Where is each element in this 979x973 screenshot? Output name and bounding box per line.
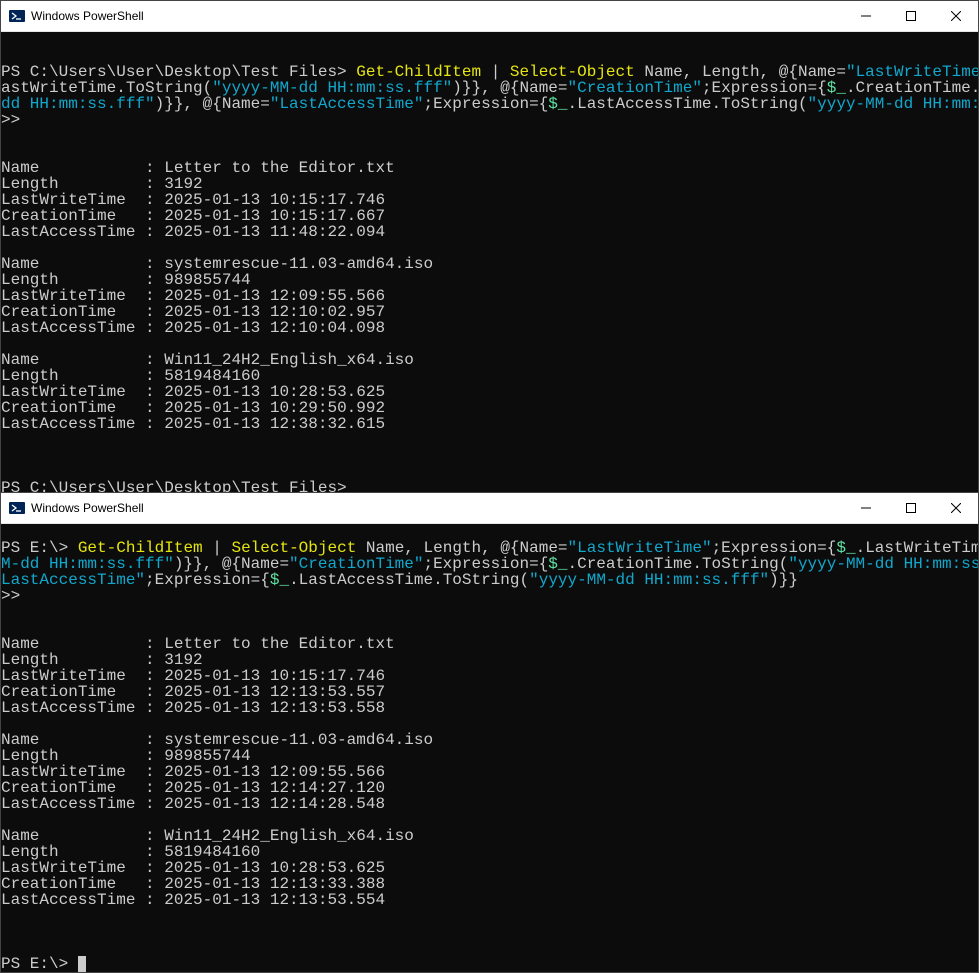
- cmd-txt: )}}, @{Name=: [155, 95, 270, 113]
- lbl-lat: LastAccessTime: [1, 415, 135, 433]
- val: 2025-01-13 12:38:32.615: [164, 415, 385, 433]
- title-left: Windows PowerShell: [1, 500, 144, 516]
- terminal-area[interactable]: PS E:\> Get-ChildItem | Select-Object Na…: [1, 524, 978, 972]
- lbl-lat: LastAccessTime: [1, 319, 135, 337]
- cmd-txt: )}}: [769, 571, 798, 589]
- titlebar[interactable]: Windows PowerShell: [1, 1, 978, 32]
- titlebar[interactable]: Windows PowerShell: [1, 493, 978, 524]
- cmd-var: $_: [270, 571, 289, 589]
- continuation: >>: [1, 111, 20, 129]
- minimize-button[interactable]: [843, 493, 888, 523]
- powershell-window-2: Windows PowerShell PS E:\> Get-ChildItem…: [0, 492, 979, 973]
- val: 2025-01-13 12:14:28.548: [164, 795, 385, 813]
- continuation: >>: [1, 587, 20, 605]
- cmd-txt: ;Expression={: [145, 571, 270, 589]
- cmd-str: "yyyy-MM-dd HH:mm:ss.fff": [529, 571, 769, 589]
- cmd-str: LastAccessTime": [1, 571, 145, 589]
- title-left: Windows PowerShell: [1, 8, 144, 24]
- val: 2025-01-13 12:13:53.558: [164, 699, 385, 717]
- val: 2025-01-13 12:13:53.554: [164, 891, 385, 909]
- close-button[interactable]: [933, 493, 978, 523]
- cursor: [78, 956, 86, 972]
- maximize-button[interactable]: [888, 493, 933, 523]
- val: 2025-01-13 11:48:22.094: [164, 223, 385, 241]
- cmd-str: "yyyy-MM-dd HH:mm:ss.fff": [808, 95, 978, 113]
- window-title: Windows PowerShell: [31, 9, 144, 23]
- minimize-button[interactable]: [843, 1, 888, 31]
- powershell-icon: [9, 500, 25, 516]
- lbl-lat: LastAccessTime: [1, 699, 135, 717]
- close-button[interactable]: [933, 1, 978, 31]
- powershell-icon: [9, 8, 25, 24]
- maximize-button[interactable]: [888, 1, 933, 31]
- cmd-str: dd HH:mm:ss.fff": [1, 95, 155, 113]
- cmd-str: "yyyy-MM-dd HH:mm:ss.fff": [788, 555, 978, 573]
- terminal-area[interactable]: PS C:\Users\User\Desktop\Test Files> Get…: [1, 32, 978, 496]
- cmd-str: "LastAccessTime": [270, 95, 424, 113]
- cmd-var: $_: [548, 95, 567, 113]
- lbl-lat: LastAccessTime: [1, 795, 135, 813]
- cmd-txt: .LastAccessTime.ToString(: [568, 95, 808, 113]
- powershell-window-1: Windows PowerShell PS C:\Users\User\Desk…: [0, 0, 979, 492]
- val: 2025-01-13 12:10:04.098: [164, 319, 385, 337]
- cmd-txt: .LastAccessTime.ToString(: [289, 571, 529, 589]
- cmd-txt: ;Expression={: [423, 95, 548, 113]
- window-controls: [843, 1, 978, 31]
- lbl-lat: LastAccessTime: [1, 223, 135, 241]
- lbl-lat: LastAccessTime: [1, 891, 135, 909]
- window-title: Windows PowerShell: [31, 501, 144, 515]
- window-controls: [843, 493, 978, 523]
- prompt: PS E:\>: [1, 955, 68, 972]
